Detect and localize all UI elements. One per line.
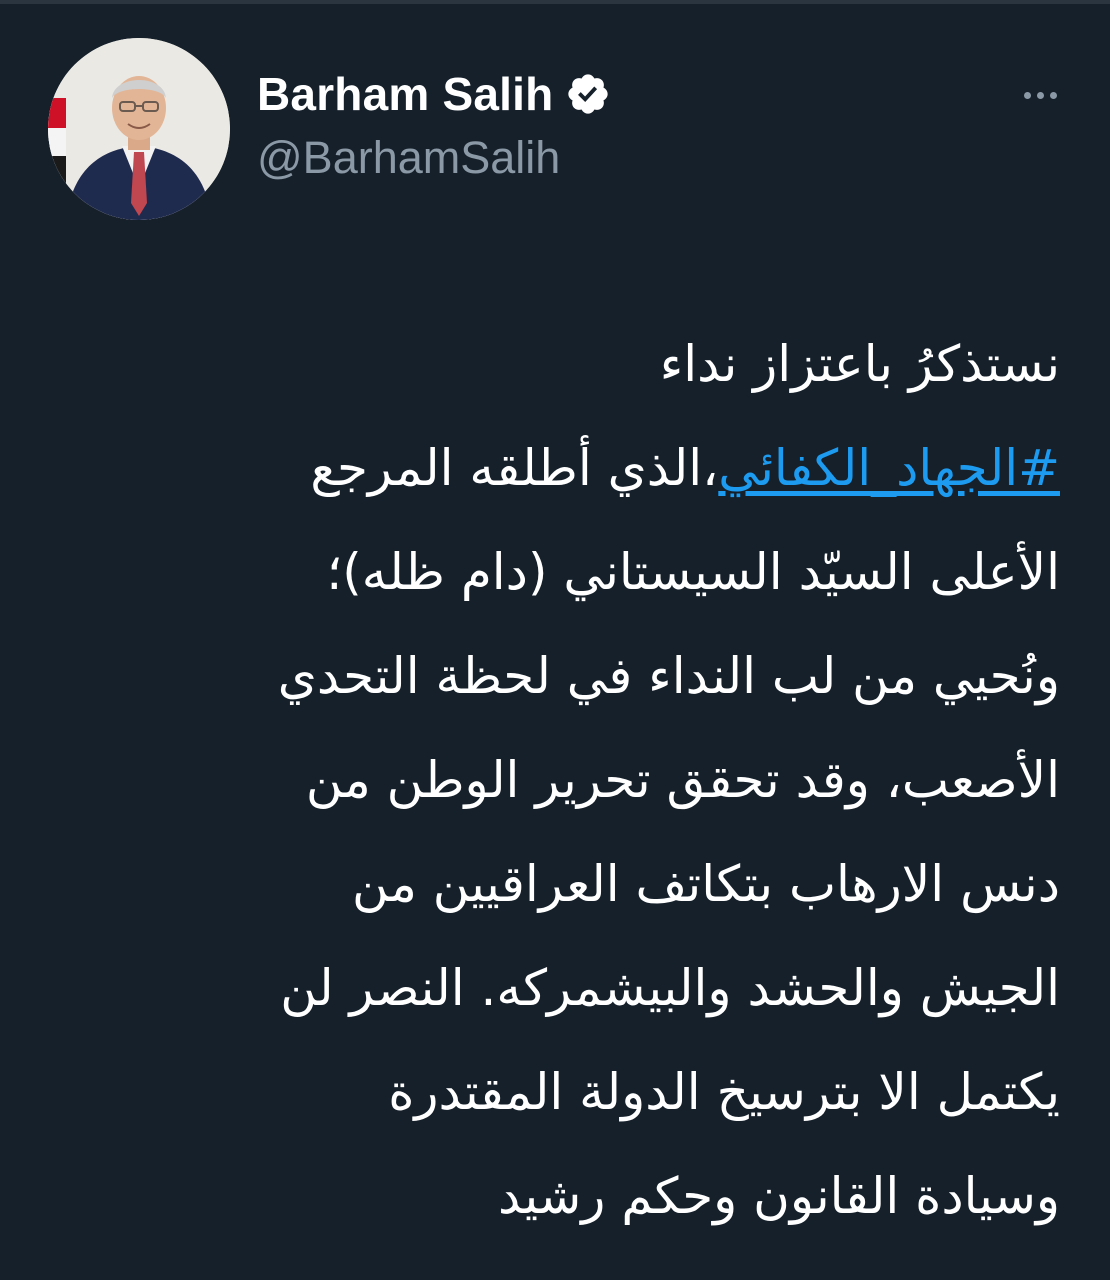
tweet-line-9: وسيادة القانون وحكم رشيد xyxy=(498,1167,1060,1225)
tweet-card: Barham Salih @BarhamSalih نستذكرُ باعتزا… xyxy=(0,0,1110,1280)
hashtag-link[interactable]: #الجهاد_الكفائي xyxy=(718,439,1060,497)
author-block: Barham Salih @BarhamSalih xyxy=(257,62,611,184)
handle[interactable]: @BarhamSalih xyxy=(257,132,611,184)
profile-photo-icon xyxy=(48,38,230,220)
display-name[interactable]: Barham Salih xyxy=(257,67,553,121)
more-dot-icon xyxy=(1023,91,1031,99)
name-row: Barham Salih xyxy=(257,62,611,126)
tweet-line-8: يكتمل الا بترسيخ الدولة المقتدرة xyxy=(388,1063,1060,1121)
tweet-text: نستذكرُ باعتزاز نداء #الجهاد_الكفائي،الذ… xyxy=(50,312,1060,1248)
more-dot-icon xyxy=(1049,91,1057,99)
top-divider xyxy=(0,0,1110,4)
tweet-line-2: #الجهاد_الكفائي،الذي أطلقه المرجع xyxy=(50,416,1060,520)
tweet-line-3: الأعلى السيّد السيستاني (دام ظله)؛ xyxy=(326,543,1060,601)
tweet-line-6: دنس الارهاب بتكاتف العراقيين من xyxy=(352,855,1060,913)
verified-badge-icon xyxy=(565,71,611,117)
tweet-line-7: الجيش والحشد والبيشمركه. النصر لن xyxy=(280,959,1060,1017)
tweet-line-5: الأصعب، وقد تحقق تحرير الوطن من xyxy=(305,751,1060,809)
tweet-line-4: ونُحيي من لب النداء في لحظة التحدي xyxy=(277,647,1060,705)
tweet-line-1: نستذكرُ باعتزاز نداء xyxy=(659,335,1060,393)
more-options-button[interactable] xyxy=(1010,80,1070,110)
avatar[interactable] xyxy=(48,38,230,220)
tweet-line-2-rest: ،الذي أطلقه المرجع xyxy=(310,439,719,497)
more-dot-icon xyxy=(1036,91,1044,99)
